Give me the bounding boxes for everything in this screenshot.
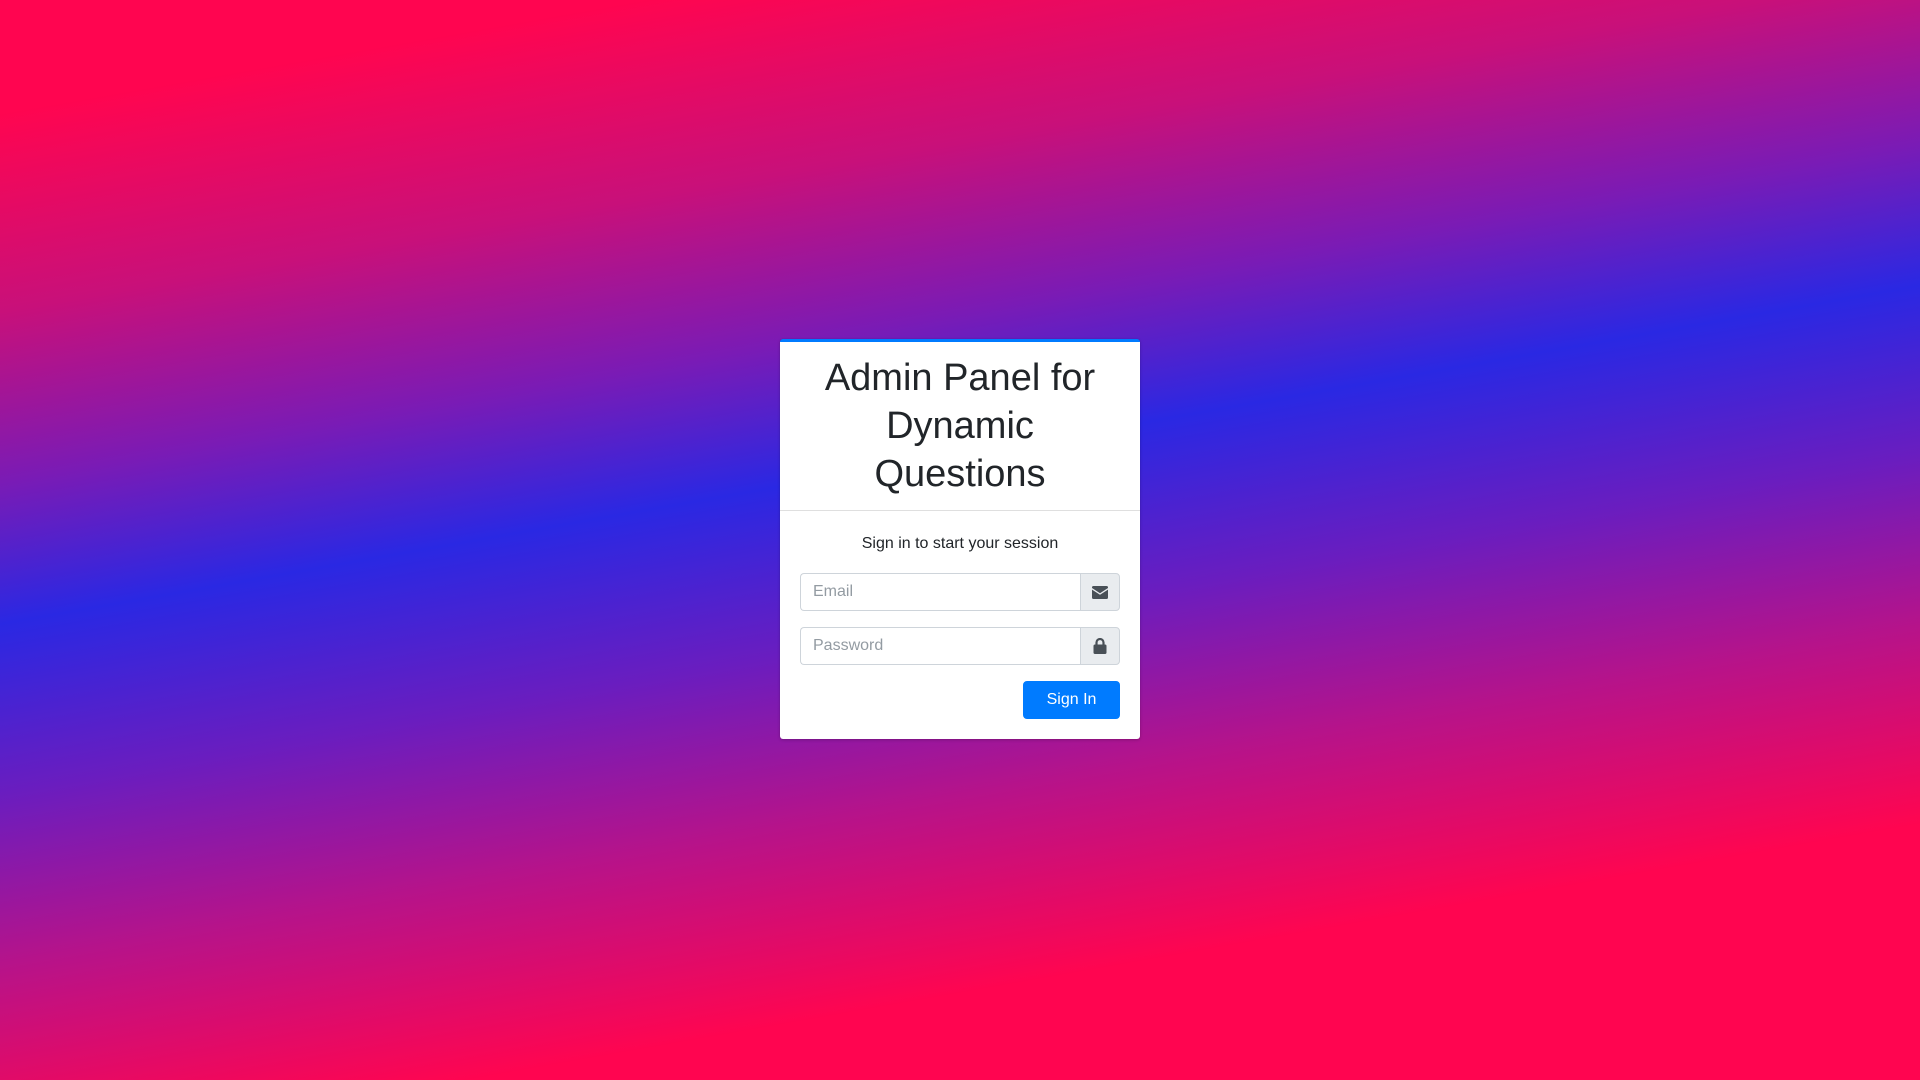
envelope-icon <box>1092 585 1108 599</box>
page-title: Admin Panel for Dynamic Questions <box>824 357 1096 495</box>
login-card-body: Sign in to start your session Email Sign… <box>780 511 1140 739</box>
email-addon <box>1080 573 1120 611</box>
password-input-group <box>800 627 1120 665</box>
login-box-message: Sign in to start your session <box>861 535 1059 552</box>
email-field[interactable] <box>800 573 1080 611</box>
login-card-header: Admin Panel for Dynamic Questions <box>780 342 1140 511</box>
email-input-group <box>800 573 1120 611</box>
lock-icon <box>1093 638 1107 654</box>
password-field[interactable] <box>800 627 1080 665</box>
login-card: Admin Panel for Dynamic Questions Sign i… <box>780 339 1140 739</box>
login-form: Sign In <box>800 573 1120 719</box>
sign-in-button[interactable]: Sign In <box>1023 681 1120 719</box>
form-actions: Sign In <box>800 681 1120 719</box>
password-addon <box>1080 627 1120 665</box>
